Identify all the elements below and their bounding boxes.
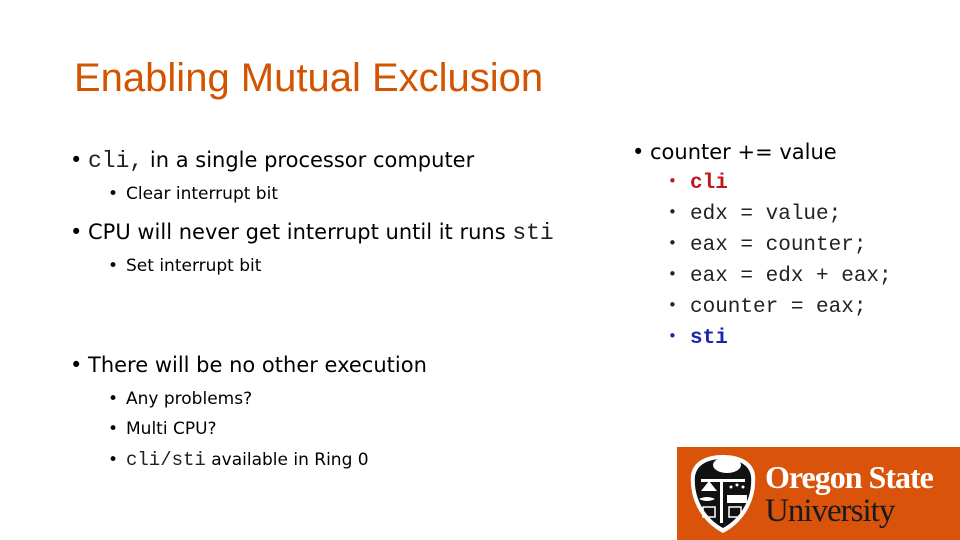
code-text: cli (690, 172, 728, 195)
bullet-text: CPU will never get interrupt until it ru… (88, 220, 513, 244)
bullet-glyph: • (668, 327, 677, 345)
bullet-counter-heading: • counter += value (632, 140, 837, 164)
code-line: • counter = eax; (668, 296, 866, 319)
bullet-glyph: • (668, 296, 677, 314)
bullet-text: Set interrupt bit (126, 256, 262, 276)
bullet-glyph: • (632, 140, 645, 164)
bullet-cpu-never-interrupt: • CPU will never get interrupt until it r… (70, 220, 554, 246)
bullet-text: There will be no other execution (88, 353, 427, 377)
logo-text-university: University (765, 493, 895, 529)
bullet-glyph: • (70, 353, 83, 377)
bullet-text: available in Ring 0 (205, 450, 369, 470)
bullet-text: Any problems? (126, 389, 253, 409)
code-text: eax = edx + eax; (690, 265, 892, 288)
code-line: • cli (668, 172, 728, 195)
bullet-glyph: • (108, 389, 119, 409)
logo-text-oregon-state: Oregon State (765, 459, 934, 495)
sub-bullet-any-problems: • Any problems? (108, 389, 252, 409)
sub-bullet-multi-cpu: • Multi CPU? (108, 419, 217, 439)
code-line: • edx = value; (668, 203, 841, 226)
bullet-glyph: • (70, 220, 83, 244)
bullet-glyph: • (668, 172, 677, 190)
sub-bullet-ring0: • cli/sti available in Ring 0 (108, 449, 369, 471)
code-text: edx = value; (690, 203, 842, 226)
bullet-glyph: • (108, 184, 119, 204)
bullet-glyph: • (668, 265, 677, 283)
code-cli: cli, (88, 148, 144, 174)
bullet-glyph: • (668, 203, 677, 221)
slide-title: Enabling Mutual Exclusion (74, 56, 544, 100)
bullet-text: in a single processor computer (143, 148, 475, 172)
bullet-glyph: • (108, 419, 119, 439)
code-sti: sti (512, 220, 554, 246)
code-line: • eax = edx + eax; (668, 265, 892, 288)
bullet-text: Clear interrupt bit (126, 184, 278, 204)
code-text: eax = counter; (690, 234, 867, 257)
code-text: sti (690, 327, 728, 350)
bullet-glyph: • (108, 450, 119, 470)
code-cli-sti: cli/sti (126, 449, 206, 471)
bullet-glyph: • (70, 148, 83, 172)
bullet-glyph: • (668, 234, 677, 252)
bullet-no-other-execution: • There will be no other execution (70, 353, 427, 377)
bullet-glyph: • (108, 256, 119, 276)
code-line: • eax = counter; (668, 234, 866, 257)
sub-bullet-clear-interrupt: • Clear interrupt bit (108, 184, 278, 204)
code-text: counter = eax; (690, 296, 867, 319)
code-line: • sti (668, 327, 728, 350)
beaver-shield-icon (690, 455, 756, 533)
bullet-cli: • cli, in a single processor computer (70, 148, 474, 174)
sub-bullet-set-interrupt: • Set interrupt bit (108, 256, 261, 276)
bullet-text: counter += value (650, 140, 837, 164)
osu-logo: Oregon State University (677, 447, 960, 540)
bullet-text: Multi CPU? (126, 419, 217, 439)
